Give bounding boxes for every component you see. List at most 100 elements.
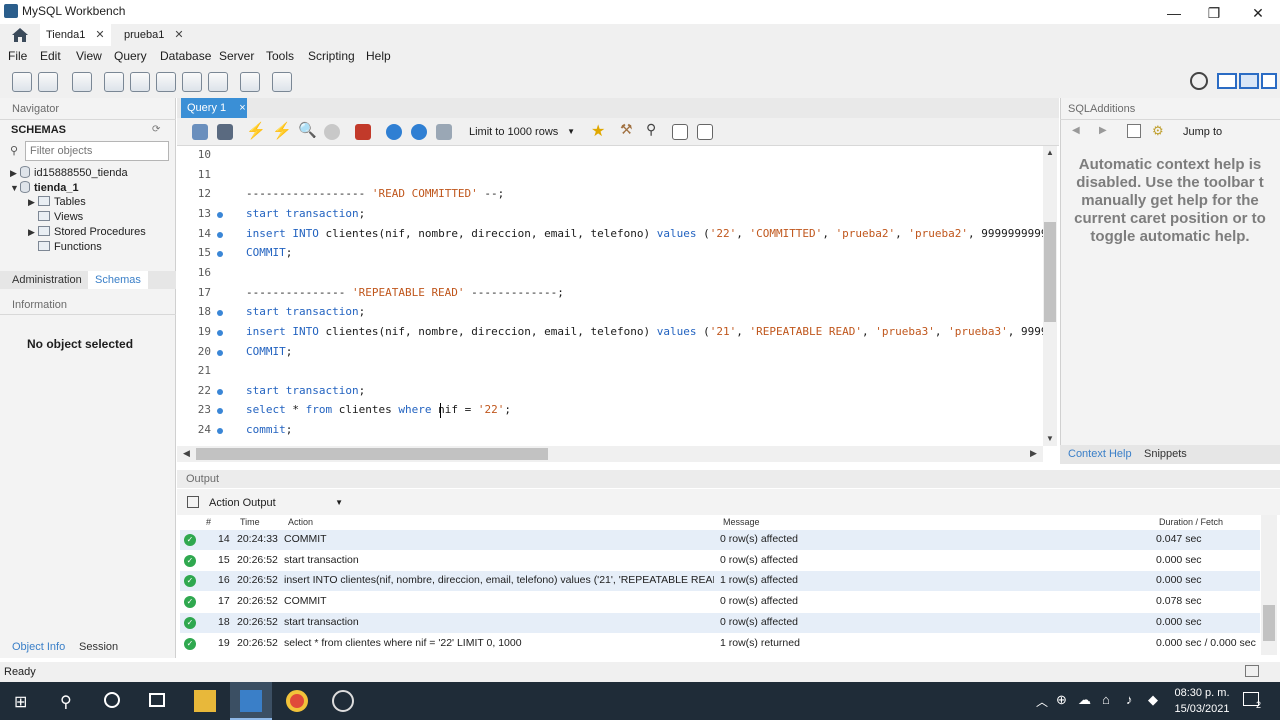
maximize-button[interactable]: ❐ xyxy=(1194,2,1234,24)
menu-database[interactable]: Database xyxy=(160,49,211,63)
execute-icon[interactable]: ⚡ xyxy=(246,121,266,141)
settings-icon[interactable] xyxy=(1190,72,1208,90)
output-row[interactable]: ✓ 16 20:26:52 insert INTO clientes(nif, nom… xyxy=(180,571,1260,592)
code-line[interactable]: ------------------ 'READ COMMITTED' --; xyxy=(246,187,504,200)
task-view-icon[interactable] xyxy=(149,693,165,707)
limit-rows-select[interactable]: Limit to 1000 rows ▼ xyxy=(463,123,579,141)
output-type-select[interactable]: Action Output ▼ xyxy=(205,494,347,512)
chrome-icon[interactable] xyxy=(286,690,308,712)
home-icon[interactable] xyxy=(10,26,30,44)
output-scroll-thumb[interactable] xyxy=(1263,605,1275,641)
tab-context-help[interactable]: Context Help xyxy=(1068,448,1132,460)
column-header-time[interactable]: Time xyxy=(240,517,260,527)
mysql-workbench-icon[interactable] xyxy=(240,690,262,712)
minimize-button[interactable]: — xyxy=(1154,2,1194,24)
menu-server[interactable]: Server xyxy=(219,49,254,63)
code-line[interactable]: insert INTO clientes(nif, nombre, direcc… xyxy=(246,227,1043,240)
auto-help-icon[interactable]: ⚙ xyxy=(1152,123,1164,139)
commit-icon[interactable] xyxy=(386,124,402,140)
output-row[interactable]: ✓ 15 20:26:52 start transaction 0 row(s) aff… xyxy=(180,551,1260,571)
menu-tools[interactable]: Tools xyxy=(266,49,294,63)
toggle-sidebar-icon[interactable] xyxy=(1217,73,1237,89)
toggle-secondary-sidebar-icon[interactable] xyxy=(1261,73,1277,89)
search-icon[interactable]: ⚲ xyxy=(60,692,72,712)
forward-icon[interactable]: ▶ xyxy=(1099,125,1107,136)
column-header-num[interactable]: # xyxy=(206,517,211,527)
create-procedure-icon[interactable] xyxy=(182,72,202,92)
create-schema-icon[interactable] xyxy=(104,72,124,92)
reconnect-icon[interactable] xyxy=(272,72,292,92)
output-row[interactable]: ✓ 18 20:26:52 start transaction 0 row(s) aff… xyxy=(180,612,1260,633)
open-sql-file-icon[interactable] xyxy=(38,72,58,92)
column-header-message[interactable]: Message xyxy=(723,517,760,527)
close-icon[interactable]: ✕ xyxy=(174,29,183,41)
code-line[interactable]: start transaction; xyxy=(246,305,365,318)
execute-current-icon[interactable]: ⚡ xyxy=(272,121,292,141)
close-window-button[interactable]: ✕ xyxy=(1238,2,1278,24)
connection-tab-tienda1[interactable]: Tienda1 ✕ xyxy=(40,24,111,46)
column-header-action[interactable]: Action xyxy=(288,517,313,527)
inspector-icon[interactable] xyxy=(72,72,92,92)
scroll-down-icon[interactable]: ▼ xyxy=(1046,434,1054,443)
volume-icon[interactable]: ♪ xyxy=(1126,692,1133,707)
copy-output-icon[interactable] xyxy=(187,496,199,508)
create-function-icon[interactable] xyxy=(208,72,228,92)
schema-item-tienda-1[interactable]: ▼ tienda_1 xyxy=(10,181,79,194)
expand-arrow-icon[interactable]: ▶ xyxy=(10,168,20,179)
tree-item-functions[interactable]: Functions xyxy=(38,241,102,253)
save-icon[interactable] xyxy=(217,124,233,140)
query-tab[interactable]: Query 1 × xyxy=(181,98,247,118)
tab-schemas[interactable]: Schemas xyxy=(88,271,148,289)
scroll-up-icon[interactable]: ▲ xyxy=(1046,148,1054,157)
search-table-data-icon[interactable] xyxy=(240,72,260,92)
create-table-icon[interactable] xyxy=(130,72,150,92)
cortana-icon[interactable] xyxy=(104,692,120,708)
menu-help[interactable]: Help xyxy=(366,49,391,63)
expand-arrow-icon[interactable]: ▶ xyxy=(28,197,38,208)
code-line[interactable]: start transaction; xyxy=(246,207,365,220)
collapse-arrow-icon[interactable]: ▼ xyxy=(10,183,20,193)
code-line[interactable]: COMMIT; xyxy=(246,246,292,259)
file-explorer-icon[interactable] xyxy=(194,690,216,712)
tab-snippets[interactable]: Snippets xyxy=(1144,448,1187,460)
tab-object-info[interactable]: Object Info xyxy=(12,641,65,653)
schema-item-id15888550-tienda[interactable]: ▶ id15888550_tienda xyxy=(10,166,128,179)
schema-refresh-icon[interactable]: ⟳ xyxy=(152,124,160,135)
close-icon[interactable]: × xyxy=(239,102,245,114)
network-icon[interactable]: ⌂ xyxy=(1102,692,1110,707)
tree-item-views[interactable]: Views xyxy=(38,211,83,223)
scroll-left-icon[interactable]: ◀ xyxy=(183,448,190,459)
windows-start-icon[interactable]: ⊞ xyxy=(14,692,27,712)
filter-objects-input[interactable] xyxy=(25,141,169,161)
jump-to-label[interactable]: Jump to xyxy=(1183,126,1222,138)
menu-scripting[interactable]: Scripting xyxy=(308,49,355,63)
editor-horizontal-scroll-thumb[interactable] xyxy=(196,448,548,460)
new-sql-tab-icon[interactable] xyxy=(12,72,32,92)
editor-vertical-scroll-thumb[interactable] xyxy=(1044,222,1056,322)
beautify-icon[interactable]: ⚒ xyxy=(620,121,633,138)
open-file-icon[interactable] xyxy=(192,124,208,140)
add-snippet-icon[interactable]: ★ xyxy=(591,121,605,141)
close-icon[interactable]: ✕ xyxy=(95,29,104,41)
find-icon[interactable]: ⚲ xyxy=(646,121,656,138)
output-row[interactable]: ✓ 19 20:26:52 select * from clientes where … xyxy=(180,634,1260,654)
manual-help-icon[interactable] xyxy=(1127,124,1141,138)
expand-arrow-icon[interactable]: ▶ xyxy=(28,227,38,238)
tab-administration[interactable]: Administration xyxy=(12,274,82,286)
tree-item-tables[interactable]: ▶ Tables xyxy=(28,196,86,208)
code-line[interactable]: start transaction; xyxy=(246,384,365,397)
menu-edit[interactable]: Edit xyxy=(40,49,61,63)
output-vertical-scrollbar[interactable] xyxy=(1261,515,1277,655)
create-view-icon[interactable] xyxy=(156,72,176,92)
sql-editor[interactable]: 10 11 12 ------------------ 'READ COMMITTED… xyxy=(177,146,1043,446)
menu-file[interactable]: File xyxy=(8,49,27,63)
menu-query[interactable]: Query xyxy=(114,49,147,63)
clock-date[interactable]: 15/03/2021 xyxy=(1172,703,1232,715)
connection-tab-prueba1[interactable]: prueba1 ✕ xyxy=(118,24,190,46)
code-line[interactable]: --------------- 'REPEATABLE READ' ------… xyxy=(246,286,564,299)
clock-time[interactable]: 08:30 p. m. xyxy=(1172,687,1232,699)
code-line[interactable]: commit; xyxy=(246,423,292,436)
output-row[interactable]: ✓ 14 20:24:33 COMMIT 0 row(s) affected 0.047 … xyxy=(180,530,1260,550)
dropbox-icon[interactable]: ◆ xyxy=(1148,692,1158,708)
tree-item-stored-procedures[interactable]: ▶ Stored Procedures xyxy=(28,226,146,238)
